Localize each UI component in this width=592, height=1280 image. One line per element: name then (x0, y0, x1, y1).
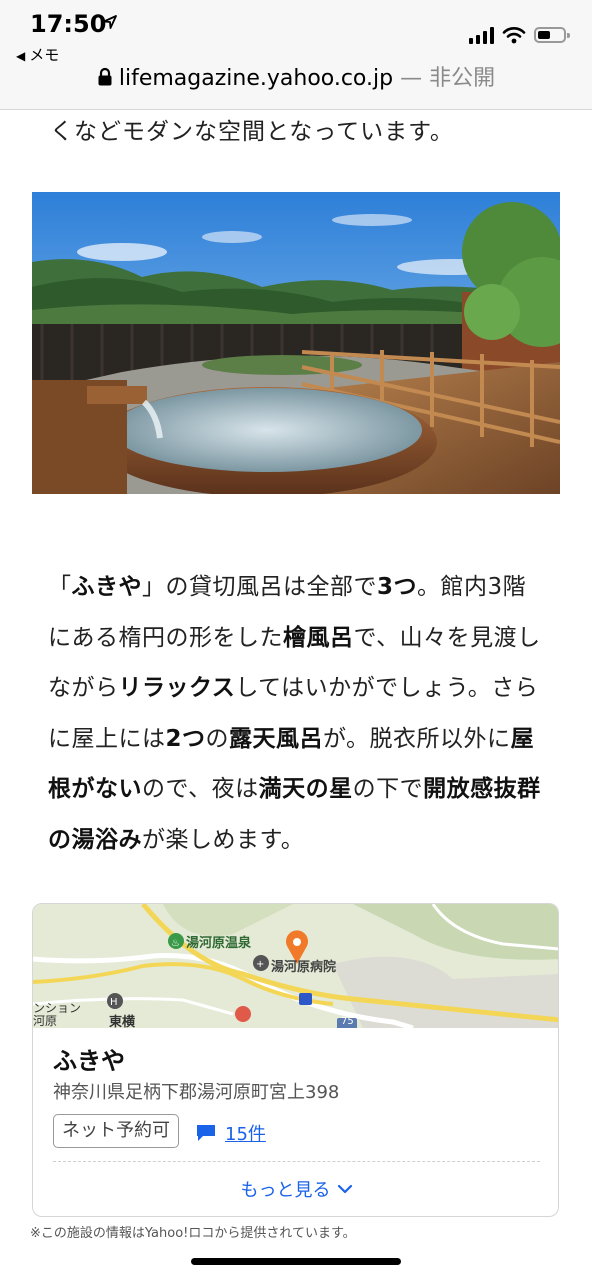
article-body-bold: ふきや (71, 574, 142, 600)
card-divider (53, 1161, 540, 1162)
chevron-down-icon (337, 1184, 352, 1194)
private-mode-label: 非公開 (429, 66, 496, 91)
article-body-run: の下で (352, 776, 424, 802)
article-body-run: が楽しめます。 (142, 826, 305, 853)
article-lead-text: くなどモダンな空間となっています。 (50, 119, 454, 145)
home-indicator[interactable] (191, 1258, 401, 1265)
show-more-button[interactable]: もっと見る (33, 1176, 558, 1202)
location-arrow-icon (103, 15, 117, 29)
article-body-bold: リラックス (118, 675, 236, 701)
address-bar[interactable]: lifemagazine.yahoo.co.jp — 非公開 (0, 60, 592, 92)
source-footnote: ※この施設の情報はYahoo!ロコから提供されています。 (30, 1226, 356, 1241)
place-card[interactable]: ♨ + H 湯河原温泉 湯河原病院 東横 ンション 河原 75 ふきや 神奈川県… (32, 903, 559, 1217)
cellular-signal-icon (469, 26, 494, 44)
show-more-label: もっと見る (240, 1180, 331, 1201)
wifi-icon (502, 27, 526, 44)
status-time: 17:50 (30, 10, 107, 38)
bath-photo (32, 192, 560, 494)
review-count[interactable]: 15件 (225, 1120, 266, 1146)
place-map[interactable]: ♨ + H 湯河原温泉 湯河原病院 東横 ンション 河原 75 (33, 904, 558, 1028)
article-body-bold: 露天風呂 (229, 725, 324, 752)
map-label-onsen: 湯河原温泉 (186, 936, 252, 951)
article-body-run: が。脱衣所以外に (323, 725, 511, 752)
lock-icon (98, 67, 112, 86)
svg-text:+: + (256, 959, 264, 970)
url-domain: lifemagazine.yahoo.co.jp (118, 66, 394, 91)
article-body-text: 「ふきや」の貸切風呂は全部で3つ。館内3階にある楕円の形をした檜風呂で、山々を見… (48, 562, 548, 865)
url-separator: — (393, 66, 430, 91)
place-name[interactable]: ふきや (53, 1041, 125, 1076)
page: 17:50 ◀ メモ lifemagazine.yahoo.co.jp — 非公… (0, 0, 592, 1280)
article-body-run: ので、夜は (142, 776, 259, 802)
map-route-number: 75 (341, 1016, 354, 1027)
map-label-hotel: 東横 (109, 1015, 136, 1028)
article-body-bold: 3つ (377, 574, 418, 600)
map-pin-icon (286, 937, 308, 965)
article-body-run: 」の貸切風呂は全部で (142, 574, 377, 600)
net-reservation-badge: ネット予約可 (53, 1114, 179, 1148)
article-body-bold: 檜風呂 (283, 624, 354, 651)
browser-top-bar: 17:50 ◀ メモ lifemagazine.yahoo.co.jp — 非公… (0, 0, 592, 110)
article-body-run: 「 (48, 574, 72, 600)
comment-icon (197, 1125, 215, 1141)
status-icons (469, 24, 570, 46)
place-address: 神奈川県足柄下郡湯河原町宮上398 (53, 1082, 340, 1103)
article-body-bold: 満天の星 (258, 776, 353, 802)
article-body-run: の (205, 725, 230, 752)
battery-icon (534, 27, 570, 43)
review-link[interactable]: 15件 (195, 1120, 266, 1146)
svg-text:H: H (110, 997, 118, 1008)
map-label-mansion-2: 河原 (33, 1014, 58, 1028)
svg-text:♨: ♨ (171, 938, 180, 949)
article-body-bold: 2つ (165, 725, 206, 752)
